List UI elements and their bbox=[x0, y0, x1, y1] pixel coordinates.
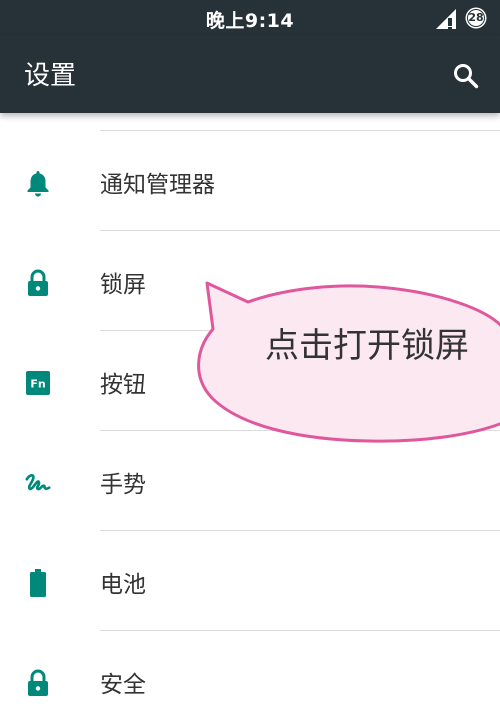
settings-item-label: 按钮 bbox=[100, 372, 146, 398]
fn-key-label: Fn bbox=[30, 378, 45, 391]
settings-item-notifications[interactable]: 通知管理器 bbox=[0, 131, 500, 231]
gesture-icon bbox=[24, 469, 52, 497]
settings-item-label: 手势 bbox=[100, 472, 146, 498]
status-bar: 晚上9:14 28 bbox=[0, 0, 500, 36]
battery-level: 28 bbox=[468, 11, 484, 24]
settings-item-label: 锁屏 bbox=[100, 272, 146, 298]
settings-item-label: 电池 bbox=[100, 572, 146, 598]
search-button[interactable] bbox=[446, 56, 486, 96]
lock-icon bbox=[24, 269, 52, 297]
settings-item-gestures[interactable]: 手势 bbox=[0, 431, 500, 531]
signal-icon bbox=[436, 9, 456, 29]
app-bar: 设置 bbox=[0, 36, 500, 113]
callout-text: 点击打开锁屏 bbox=[265, 326, 469, 366]
settings-item-lock-screen[interactable]: 锁屏 bbox=[0, 231, 500, 331]
settings-item-label: 通知管理器 bbox=[100, 172, 215, 198]
battery-icon bbox=[24, 569, 52, 597]
settings-item-label: 安全 bbox=[100, 672, 146, 698]
fn-key-icon: Fn bbox=[24, 369, 52, 397]
bell-icon bbox=[24, 169, 52, 197]
settings-item-security[interactable]: 安全 bbox=[0, 631, 500, 711]
settings-item-battery[interactable]: 电池 bbox=[0, 531, 500, 631]
lock-icon bbox=[24, 669, 52, 697]
search-icon bbox=[454, 64, 479, 89]
page-title: 设置 bbox=[24, 61, 77, 91]
status-time: 晚上9:14 bbox=[205, 10, 295, 32]
